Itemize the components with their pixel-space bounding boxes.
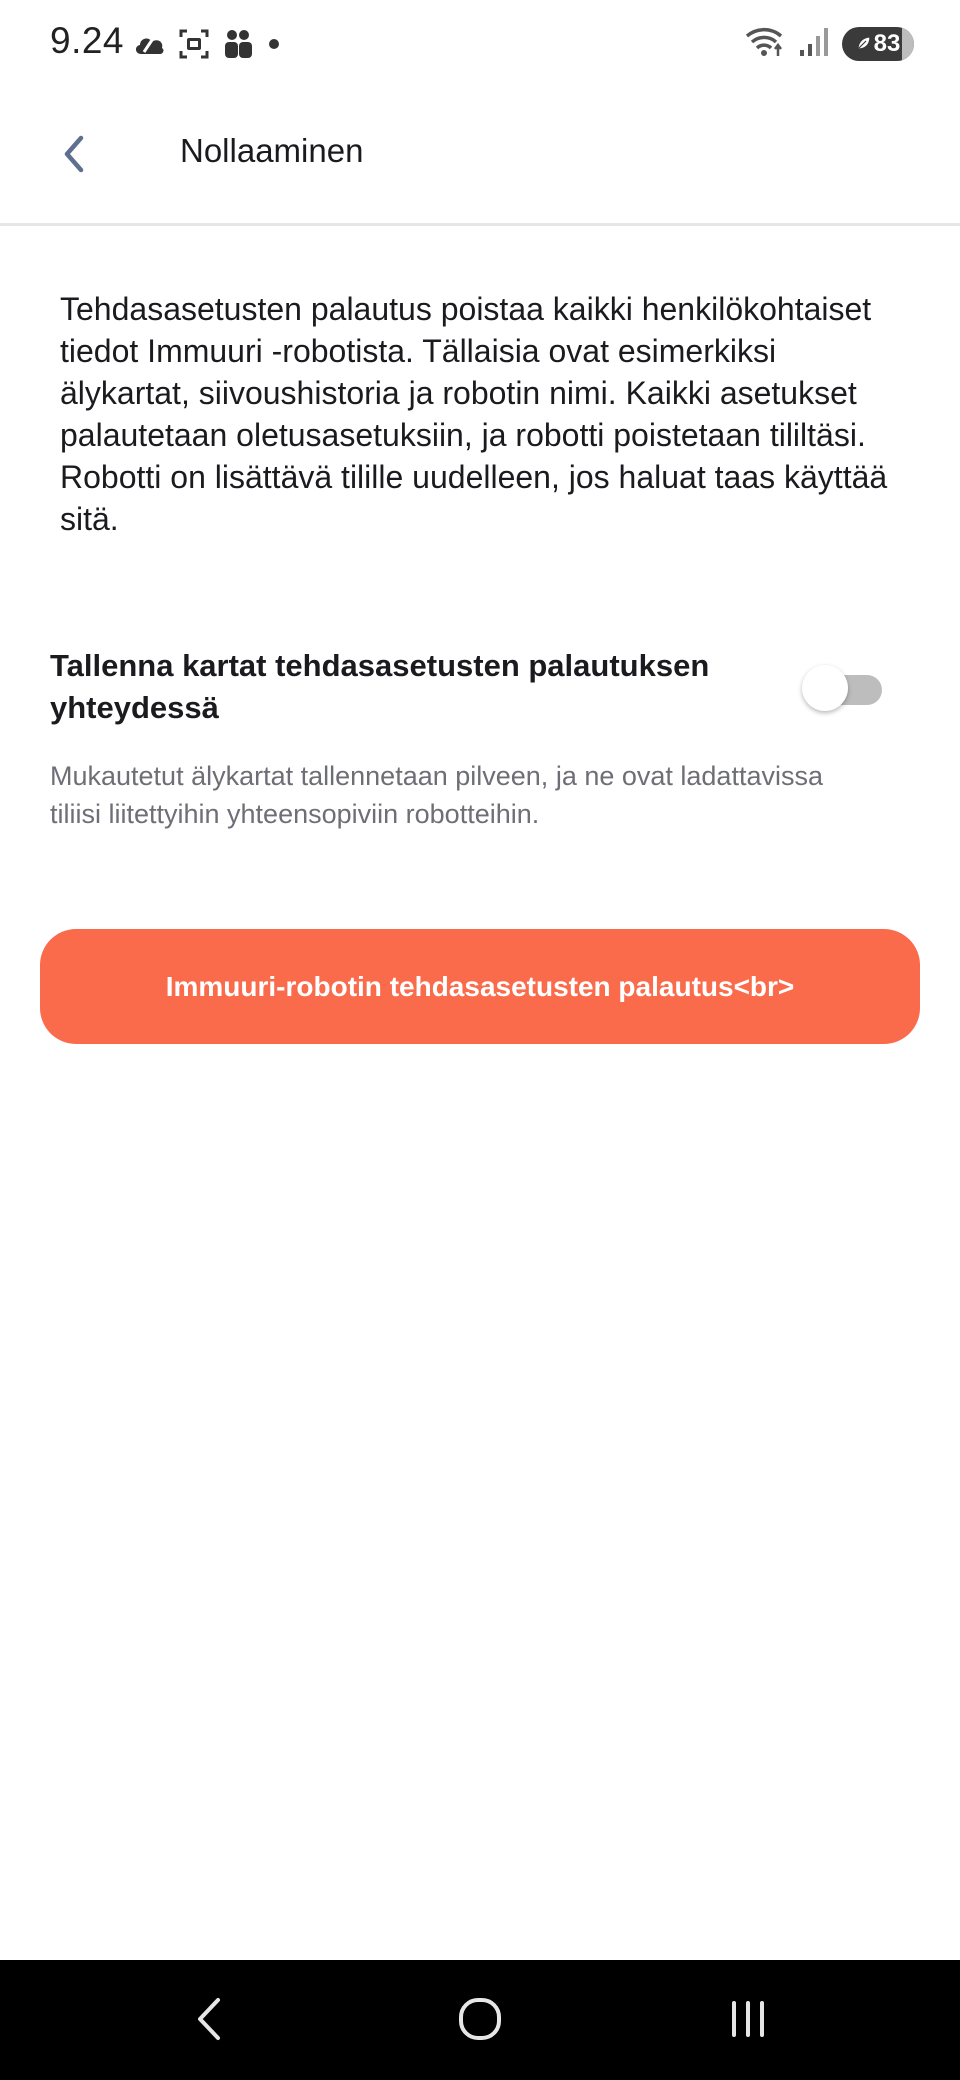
back-button[interactable] bbox=[44, 126, 104, 186]
nav-recents-button[interactable] bbox=[708, 1986, 788, 2056]
reset-description: Tehdasasetusten palautus poistaa kaikki … bbox=[60, 291, 888, 537]
app-header: Nollaaminen bbox=[0, 90, 960, 226]
battery-icon: 83 bbox=[842, 27, 914, 61]
navigation-bar bbox=[0, 1960, 960, 2080]
nav-back-button[interactable] bbox=[170, 1986, 250, 2056]
chevron-left-icon bbox=[59, 134, 89, 179]
recents-icon bbox=[726, 1997, 770, 2046]
nav-home-button[interactable] bbox=[440, 1986, 520, 2056]
signal-icon bbox=[798, 26, 830, 63]
battery-level: 83 bbox=[873, 30, 901, 57]
status-bar: 9.24 83 bbox=[0, 0, 960, 90]
screenshot-icon bbox=[178, 28, 210, 60]
save-maps-setting: Tallenna kartat tehdasasetusten palautuk… bbox=[50, 645, 910, 833]
status-time: 9.24 bbox=[50, 20, 125, 61]
battery-saver-icon bbox=[856, 30, 872, 58]
status-notification-icons bbox=[132, 24, 282, 64]
back-icon bbox=[190, 1994, 230, 2049]
page-title: Nollaaminen bbox=[180, 132, 364, 169]
home-icon bbox=[455, 1994, 505, 2049]
save-maps-toggle[interactable] bbox=[802, 665, 882, 711]
people-icon bbox=[222, 28, 254, 60]
cloud-icon bbox=[132, 30, 166, 58]
dot-icon bbox=[266, 36, 282, 52]
status-system-icons: 83 bbox=[744, 24, 914, 64]
factory-reset-button[interactable]: Immuuri-robotin tehdasasetusten palautus… bbox=[40, 929, 920, 1044]
save-maps-setting-subtitle: Mukautetut älykartat tallennetaan pilvee… bbox=[50, 761, 823, 829]
save-maps-setting-title: Tallenna kartat tehdasasetusten palautuk… bbox=[50, 648, 710, 725]
wifi-icon bbox=[744, 26, 786, 63]
toggle-thumb bbox=[802, 665, 848, 711]
